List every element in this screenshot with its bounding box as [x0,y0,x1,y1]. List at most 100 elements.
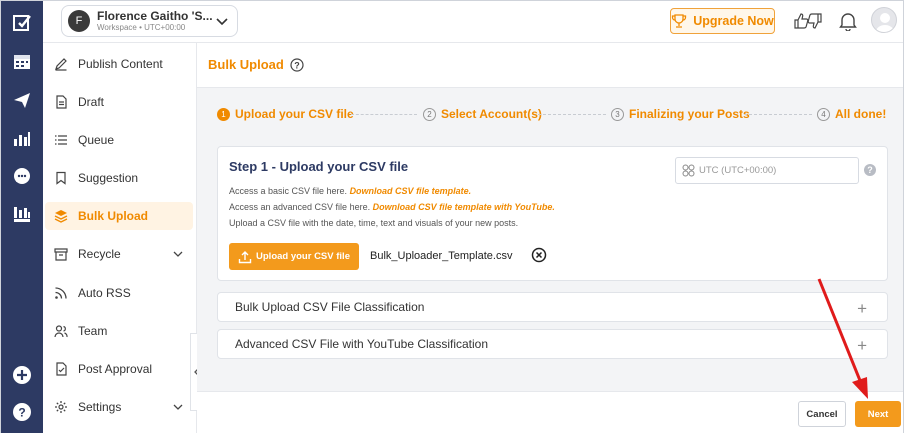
step-label: All done! [835,107,887,121]
card-title: Step 1 - Upload your CSV file [229,159,409,174]
sidebar-item-label: Suggestion [78,171,139,185]
sidebar: Publish Content Draft Queue Suggestion B… [43,43,197,433]
cancel-button[interactable]: Cancel [798,401,846,427]
sidebar-item-label: Queue [78,133,115,147]
globe-grid-icon [682,164,695,177]
help-icon[interactable]: ? [290,57,304,72]
help-circle-icon[interactable]: ? [10,400,34,424]
sidebar-item-label: Auto RSS [78,286,131,300]
download-basic-template-link[interactable]: Download CSV file template. [350,186,472,196]
chat-bubble-icon[interactable] [10,164,34,188]
sidebar-item-label: Post Approval [78,362,153,376]
bulk-upload-content: 1 Upload your CSV file 2 Select Account(… [197,88,903,391]
sidebar-item-auto-rss[interactable]: Auto RSS [45,279,193,307]
sidebar-item-bulk-upload[interactable]: Bulk Upload [45,202,193,230]
analytics-icon[interactable] [10,126,34,150]
upload-csv-button[interactable]: Upload your CSV file [229,243,359,270]
sidebar-item-label: Recycle [78,247,121,261]
advanced-template-text: Access an advanced CSV file here. [229,202,373,212]
user-avatar[interactable] [871,7,897,33]
calendar-icon[interactable] [10,49,34,73]
pencil-icon [53,56,69,72]
layers-icon [53,208,69,224]
upload-icon [238,250,252,263]
step-connector [744,114,812,115]
step-1: 1 Upload your CSV file [217,107,354,121]
add-circle-icon[interactable] [10,363,34,387]
expand-plus-icon[interactable]: + [857,336,867,356]
sidebar-item-label: Publish Content [78,57,163,71]
sidebar-item-label: Bulk Upload [78,209,149,223]
accordion-label: Advanced CSV File with YouTube Classific… [235,337,489,351]
step-connector [538,114,606,115]
compose-logo-icon[interactable] [10,10,34,34]
document-icon [53,94,69,110]
step-number: 4 [817,107,830,121]
remove-file-icon[interactable] [531,247,547,263]
sidebar-item-settings[interactable]: Settings [45,393,193,421]
svg-text:?: ? [18,406,25,420]
step-label: Upload your CSV file [235,107,354,121]
upgrade-label: Upgrade Now [693,14,774,28]
upload-button-label: Upload your CSV file [256,251,350,262]
uploaded-file-name: Bulk_Uploader_Template.csv [370,250,513,262]
sidebar-item-suggestion[interactable]: Suggestion [45,164,193,192]
team-icon [53,323,69,339]
chevron-down-icon[interactable] [173,249,183,259]
trophy-icon [672,14,687,28]
sidebar-item-team[interactable]: Team [45,317,193,345]
approval-icon [53,361,69,377]
timezone-placeholder: UTC (UTC+00:00) [699,165,777,176]
sidebar-item-label: Team [78,324,108,338]
workspace-subtitle: Workspace • UTC+00:00 [97,22,186,32]
step-number: 1 [217,107,230,121]
step-connector [351,114,417,115]
upload-instructions: Upload a CSV file with the date, time, t… [229,218,519,228]
step-label: Finalizing your Posts [629,107,750,121]
timezone-field[interactable]: UTC (UTC+00:00) [675,157,859,184]
basic-template-text: Access a basic CSV file here. [229,186,350,196]
app-window: ? F Florence Gaitho 'S... Workspace • UT… [0,0,904,433]
workspace-name: Florence Gaitho 'S... [97,8,213,23]
step-2: 2 Select Account(s) [423,107,542,121]
rss-icon [53,285,69,301]
archive-icon [53,246,69,262]
accordion-advanced-youtube-classification[interactable]: Advanced CSV File with YouTube Classific… [217,329,888,359]
advanced-template-line: Access an advanced CSV file here. Downlo… [229,202,555,212]
bell-icon[interactable] [839,11,857,31]
main-panel: Bulk Upload ? 1 Upload your CSV file 2 S… [197,43,903,433]
download-youtube-template-link[interactable]: Download CSV file template with YouTube. [373,202,555,212]
sidebar-item-recycle[interactable]: Recycle [45,240,193,268]
step-number: 2 [423,107,436,121]
page-title-text: Bulk Upload [208,57,284,72]
sidebar-item-queue[interactable]: Queue [45,126,193,154]
step-label: Select Account(s) [441,107,542,121]
top-bar: F Florence Gaitho 'S... Workspace • UTC+… [43,1,903,43]
sidebar-item-draft[interactable]: Draft [45,88,193,116]
accordion-bulk-csv-classification[interactable]: Bulk Upload CSV File Classification + [217,292,888,322]
sidebar-item-post-approval[interactable]: Post Approval [45,355,193,383]
send-icon[interactable] [10,88,34,112]
feedback-thumbs-icon[interactable] [793,11,823,31]
left-rail: ? [1,1,43,433]
sidebar-item-label: Settings [78,400,122,414]
step-number: 3 [611,107,624,121]
chevron-down-icon[interactable] [173,402,183,412]
step-4: 4 All done! [817,107,886,121]
accordion-label: Bulk Upload CSV File Classification [235,300,425,314]
upload-card: Step 1 - Upload your CSV file Access a b… [217,146,888,281]
beta-reports-icon[interactable] [10,202,34,226]
chevron-down-icon [216,18,228,26]
bookmark-icon [53,170,69,186]
svg-text:?: ? [294,60,300,70]
next-button[interactable]: Next [855,401,901,427]
workspace-switcher[interactable]: F Florence Gaitho 'S... Workspace • UTC+… [61,5,238,37]
timezone-help-icon[interactable]: ? [864,164,876,176]
page-title: Bulk Upload ? [208,57,304,72]
gear-icon [53,399,69,415]
upgrade-button[interactable]: Upgrade Now [670,8,775,34]
expand-plus-icon[interactable]: + [857,299,867,319]
footer-actions: Cancel Next [197,391,903,433]
sidebar-item-publish-content[interactable]: Publish Content [45,50,193,78]
step-3: 3 Finalizing your Posts [611,107,750,121]
